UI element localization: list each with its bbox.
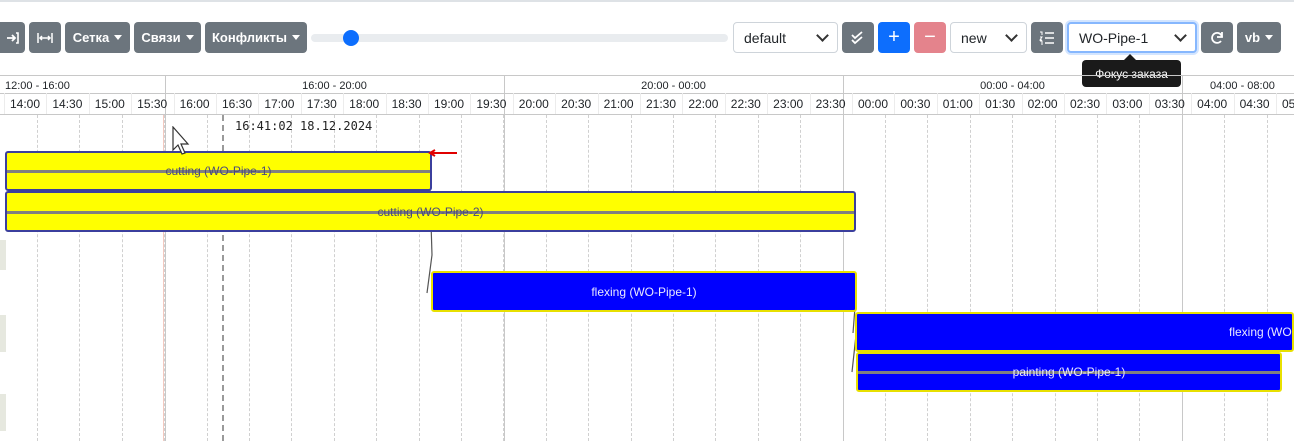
- caret-down-icon: [1265, 35, 1274, 40]
- numbered-list-icon: [1039, 31, 1054, 45]
- order-focus-select[interactable]: WO-Pipe-1: [1067, 22, 1197, 53]
- task-label: cutting (WO-Pipe-2): [377, 204, 484, 219]
- minus-icon: −: [924, 26, 936, 48]
- add-button[interactable]: +: [878, 22, 910, 53]
- view-select[interactable]: default: [733, 22, 838, 53]
- links-label: Связи: [141, 30, 181, 45]
- links-dropdown-button[interactable]: Связи: [134, 22, 201, 53]
- chevron-down-icon: [816, 29, 829, 42]
- fit-width-button[interactable]: [29, 22, 61, 53]
- red-arrow-icon: [428, 149, 457, 157]
- caret-down-icon: [114, 35, 123, 40]
- plus-icon: +: [888, 26, 900, 48]
- caret-down-icon: [292, 35, 300, 40]
- gantt-chart[interactable]: 12:00 - 16:00 16:00 - 20:00 20:00 - 00:0…: [0, 75, 1294, 441]
- chevron-down-icon: [1005, 29, 1018, 42]
- grid-label: Сетка: [72, 30, 110, 45]
- zoom-slider-track[interactable]: [311, 34, 728, 42]
- conflicts-dropdown-button[interactable]: Конфликты: [205, 22, 307, 53]
- task-bar[interactable]: cutting (WO-Pipe-1): [5, 151, 432, 191]
- zoom-slider-thumb[interactable]: [343, 30, 359, 46]
- task-label: cutting (WO-Pipe-1): [165, 164, 272, 178]
- order-list-button[interactable]: [1031, 22, 1063, 53]
- fit-width-icon: [37, 32, 53, 43]
- remove-button[interactable]: −: [914, 22, 946, 53]
- task-bar[interactable]: painting (WO-Pipe-1): [856, 352, 1282, 392]
- refresh-button[interactable]: [1201, 22, 1233, 53]
- refresh-icon: [1211, 31, 1223, 44]
- mouse-cursor-icon: [172, 126, 190, 155]
- status-select-value: new: [961, 29, 987, 46]
- order-select-value: WO-Pipe-1: [1079, 29, 1149, 46]
- task-bar[interactable]: flexing (WO-Pipe-2): [855, 312, 1294, 352]
- view-select-value: default: [744, 29, 787, 46]
- status-select[interactable]: new: [950, 22, 1027, 53]
- caret-down-icon: [185, 35, 194, 40]
- grid-dropdown-button[interactable]: Сетка: [65, 22, 130, 53]
- task-bar[interactable]: cutting (WO-Pipe-2): [5, 191, 856, 232]
- login-arrow-icon: [6, 31, 19, 44]
- chevron-down-icon: [1174, 29, 1187, 42]
- user-label: vb: [1244, 30, 1261, 45]
- double-check-icon: [851, 30, 863, 44]
- top-border: [0, 0, 1294, 2]
- task-label: flexing (WO-Pipe-1): [591, 284, 697, 299]
- task-bar[interactable]: flexing (WO-Pipe-1): [431, 271, 857, 312]
- user-dropdown-button[interactable]: vb: [1237, 22, 1281, 53]
- check-all-button[interactable]: [842, 22, 874, 53]
- collapse-button[interactable]: [0, 22, 25, 53]
- task-label: painting (WO-Pipe-1): [1012, 365, 1126, 379]
- task-label: flexing (WO-Pipe-2): [1229, 325, 1292, 339]
- conflicts-label: Конфликты: [211, 30, 287, 45]
